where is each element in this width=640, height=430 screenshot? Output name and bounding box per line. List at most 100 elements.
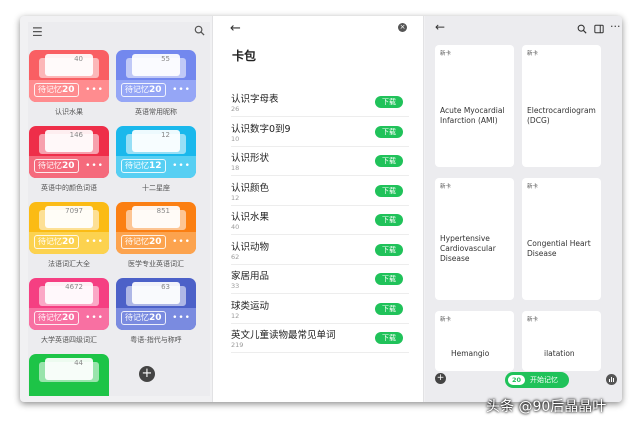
deck-footer: 待记忆20 ••• <box>116 80 196 102</box>
flashcard[interactable]: 新卡 ilatation <box>522 311 601 371</box>
deck-cover[interactable]: 7097 待记忆20 ••• <box>29 202 109 254</box>
flashcard-term: Hemangio <box>451 349 490 358</box>
menu-icon[interactable]: ☰ <box>32 26 43 38</box>
card-pack-row[interactable]: 认识形状 18 下载 <box>231 147 409 176</box>
download-button[interactable]: 下载 <box>375 184 403 197</box>
download-button[interactable]: 下载 <box>375 155 403 167</box>
flashcard-term: ilatation <box>544 349 575 358</box>
more-options-icon[interactable]: ••• <box>85 162 104 171</box>
app-window: ☰ 40 待记忆20 ••• 认识水果 55 待记忆20 ••• 英语常用昵称 146 待记忆20… <box>20 16 622 402</box>
new-card-tag: 新卡 <box>527 184 539 190</box>
close-icon[interactable]: × <box>398 23 407 32</box>
deck-cover[interactable]: 12 待记忆12 ••• <box>116 126 196 178</box>
due-count-badge: 20 <box>508 375 526 385</box>
deck-cover[interactable]: 40 待记忆20 ••• <box>29 50 109 102</box>
pack-name: 球类运动 <box>231 300 270 312</box>
card-pack-row[interactable]: 认识数字0到9 10 下载 <box>231 118 409 147</box>
pack-card-count: 40 <box>231 223 240 231</box>
add-card-button[interactable]: + <box>435 373 446 384</box>
deck-cover[interactable]: 63 待记忆20 ••• <box>116 278 196 330</box>
flashcard[interactable]: 新卡 Electrocardiogram (DCG) <box>522 45 601 167</box>
pending-badge[interactable]: 待记忆20 <box>121 235 166 249</box>
statistics-icon[interactable] <box>606 374 617 385</box>
pending-label: 待记忆 <box>125 161 149 170</box>
card-pack-row[interactable]: 认识颜色 12 下载 <box>231 177 409 206</box>
deck-cover[interactable]: 55 待记忆20 ••• <box>116 50 196 102</box>
pack-name: 认识颜色 <box>231 182 270 194</box>
search-icon[interactable] <box>577 24 587 36</box>
new-card-tag: 新卡 <box>440 51 452 57</box>
pending-label: 待记忆 <box>38 313 62 322</box>
back-arrow-icon[interactable]: ← <box>435 21 445 33</box>
more-options-icon[interactable]: ••• <box>172 314 191 323</box>
deck-tile[interactable]: 4672 待记忆20 ••• 大学英语四级词汇 <box>29 278 109 344</box>
search-icon[interactable] <box>194 25 205 38</box>
pending-count: 20 <box>62 85 75 95</box>
download-button[interactable]: 下载 <box>375 96 403 108</box>
card-pack-row[interactable]: 英文儿童读物最常见单词 219 下载 <box>231 324 409 353</box>
pack-name: 认识水果 <box>231 212 270 223</box>
download-button[interactable]: 下载 <box>375 243 403 256</box>
download-button[interactable]: 下载 <box>375 273 403 285</box>
flashcard[interactable]: 新卡 Hypertensive Cardiovascular Disease <box>435 178 514 300</box>
deck-tile[interactable]: 63 待记忆20 ••• 粤语-指代与称呼 <box>116 278 196 344</box>
more-options-icon[interactable]: ••• <box>172 86 191 95</box>
flashcard-term: Acute Myocardial Infarction (AMI) <box>440 106 505 125</box>
deck-tile[interactable]: 44 <box>29 354 109 396</box>
pending-badge[interactable]: 待记忆20 <box>34 235 79 249</box>
deck-tile[interactable]: 55 待记忆20 ••• 英语常用昵称 <box>116 50 196 116</box>
pending-badge[interactable]: 待记忆20 <box>34 159 79 173</box>
new-card-tag: 新卡 <box>440 184 452 190</box>
back-arrow-icon[interactable]: ← <box>230 21 241 36</box>
pack-name: 认识形状 <box>231 153 270 164</box>
more-options-icon[interactable]: ••• <box>85 86 104 95</box>
download-button[interactable]: 下载 <box>375 214 403 226</box>
more-options-icon[interactable]: ••• <box>85 238 104 247</box>
pending-badge[interactable]: 待记忆20 <box>121 83 166 97</box>
pending-badge[interactable]: 待记忆20 <box>34 83 79 97</box>
flashcard[interactable]: 新卡 Congential Heart Disease <box>522 178 601 300</box>
pending-badge[interactable]: 待记忆20 <box>34 311 79 325</box>
deck-tile[interactable]: 12 待记忆12 ••• 十二星座 <box>116 126 196 192</box>
deck-tile[interactable]: 146 待记忆20 ••• 英语中的颜色词语 <box>29 126 109 192</box>
deck-name: 十二星座 <box>142 184 170 192</box>
deck-cover[interactable]: 4672 待记忆20 ••• <box>29 278 109 330</box>
deck-footer: 待记忆12 ••• <box>116 156 196 178</box>
flashcard-panel: ← ··· 新卡 Acute Myocardial Infarction (AMI… <box>425 16 622 402</box>
download-button[interactable]: 下载 <box>375 125 403 138</box>
deck-card-count: 55 <box>161 55 170 63</box>
start-memorizing-button[interactable]: 20 开始记忆 <box>505 372 569 388</box>
download-button[interactable]: 下载 <box>375 332 403 344</box>
more-options-icon[interactable]: ••• <box>172 238 191 247</box>
deck-tile[interactable]: 7097 待记忆20 ••• 法语词汇大全 <box>29 202 109 268</box>
deck-footer: 待记忆20 ••• <box>116 232 196 254</box>
pending-badge[interactable]: 待记忆12 <box>121 159 166 173</box>
flashcard[interactable]: 新卡 Acute Myocardial Infarction (AMI) <box>435 45 514 167</box>
pack-card-count: 219 <box>231 341 244 349</box>
card-pack-row[interactable]: 球类运动 12 下载 <box>231 295 409 324</box>
card-pack-row[interactable]: 认识动物 62 下载 <box>231 236 409 265</box>
pack-name: 认识数字0到9 <box>231 123 291 135</box>
add-deck-button[interactable]: + <box>139 366 155 382</box>
download-button[interactable]: 下载 <box>375 302 403 315</box>
deck-cover[interactable]: 851 待记忆20 ••• <box>116 202 196 254</box>
more-options-icon[interactable]: ··· <box>610 21 621 32</box>
deck-tile[interactable]: 851 待记忆20 ••• 医学专业英语词汇 <box>116 202 196 268</box>
pack-name: 家居用品 <box>231 271 270 282</box>
deck-cover[interactable]: 146 待记忆20 ••• <box>29 126 109 178</box>
watermark: 头条 @90后晶晶叶 <box>486 399 607 415</box>
card-stack-decoration <box>45 358 93 380</box>
deck-cover[interactable]: 44 <box>29 354 109 396</box>
deck-tile[interactable]: 40 待记忆20 ••• 认识水果 <box>29 50 109 116</box>
card-pack-row[interactable]: 家居用品 33 下载 <box>231 265 409 294</box>
card-pack-row[interactable]: 认识字母表 26 下载 <box>231 88 409 117</box>
more-options-icon[interactable]: ••• <box>172 162 191 171</box>
pending-badge[interactable]: 待记忆20 <box>121 311 166 325</box>
pending-count: 20 <box>149 237 162 247</box>
card-pack-row[interactable]: 认识水果 40 下载 <box>231 206 409 235</box>
flashcard[interactable]: 新卡 Hemangio <box>435 311 514 371</box>
pending-label: 待记忆 <box>125 85 149 94</box>
card-stack-decoration <box>45 54 93 76</box>
more-options-icon[interactable]: ••• <box>85 314 104 323</box>
split-view-icon[interactable] <box>594 24 604 36</box>
